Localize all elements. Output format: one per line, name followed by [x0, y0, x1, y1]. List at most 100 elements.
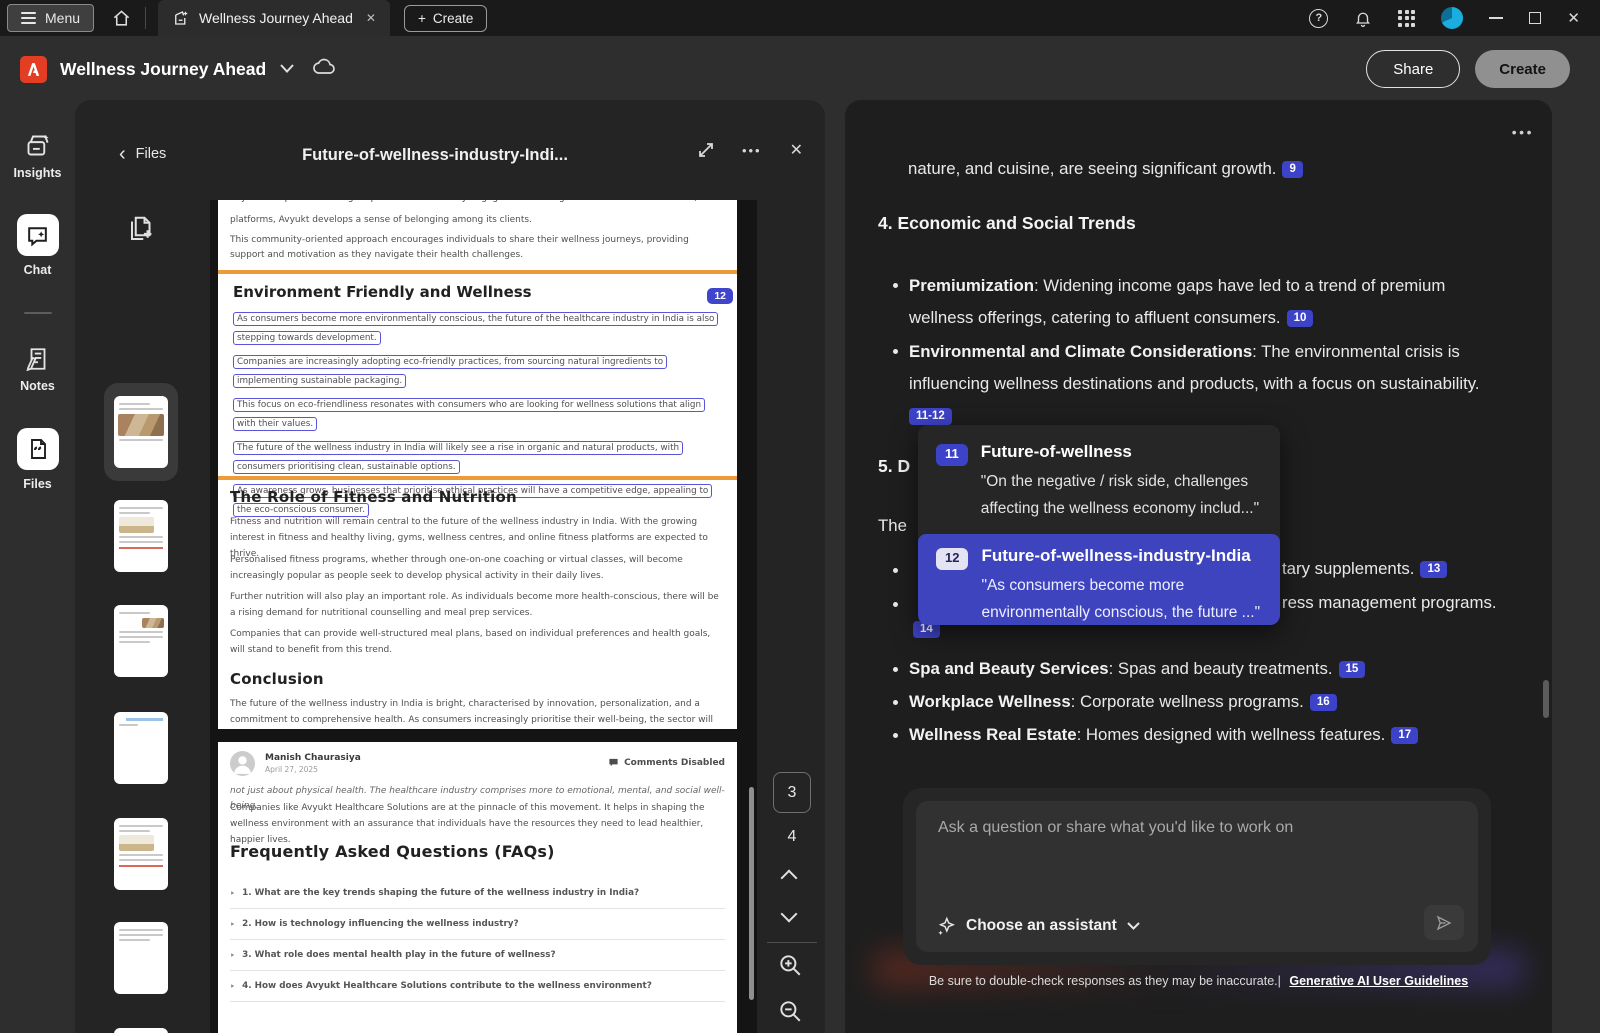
- tab-title: Wellness Journey Ahead: [199, 10, 353, 26]
- citation-badge[interactable]: 13: [1420, 561, 1447, 578]
- bullet-dot: [893, 700, 898, 705]
- notifications-bell-icon[interactable]: [1354, 9, 1372, 28]
- rail-item-chat[interactable]: Chat: [0, 214, 75, 277]
- assistant-section-heading: 4. Economic and Social Trends: [878, 213, 1136, 234]
- assistant-bullet-fragment: ress management programs.: [1282, 587, 1497, 619]
- assistant-footer: Be sure to double-check responses as the…: [845, 974, 1552, 988]
- comments-icon: [608, 757, 619, 768]
- send-button[interactable]: [1424, 905, 1464, 940]
- faq-item[interactable]: ‣4. How does Avyukt Healthcare Solutions…: [230, 971, 725, 1002]
- page-thumbnail[interactable]: [114, 922, 168, 994]
- zoom-out-icon[interactable]: [777, 998, 803, 1029]
- assistant-text-line: nature, and cuisine, are seeing signific…: [908, 153, 1508, 185]
- rail-divider: [24, 312, 52, 314]
- viewer-more-options-icon[interactable]: •••: [742, 143, 762, 158]
- assistant-bullet-fragment: tary supplements.13: [1282, 553, 1447, 585]
- menu-button[interactable]: Menu: [7, 4, 94, 32]
- page-thumbnail[interactable]: [114, 605, 168, 677]
- create-button[interactable]: Create: [1475, 50, 1570, 88]
- citation-badge[interactable]: 9: [1282, 161, 1302, 178]
- citation-tooltip: 11 Future-of-wellness "On the negative /…: [918, 425, 1280, 625]
- help-icon[interactable]: ?: [1309, 9, 1328, 28]
- ai-assistant-panel: ••• nature, and cuisine, are seeing sign…: [845, 100, 1552, 1033]
- zoom-in-icon[interactable]: [777, 952, 803, 983]
- home-button[interactable]: [112, 9, 131, 28]
- document-canvas: Avyukt also places a strong emphasis on …: [210, 200, 757, 1033]
- highlight-heading: Environment Friendly and Wellness: [233, 283, 722, 301]
- next-page-icon[interactable]: [781, 906, 798, 923]
- chat-icon: [25, 223, 50, 248]
- caret-icon: ‣: [230, 982, 235, 991]
- apps-grid-icon[interactable]: [1398, 10, 1415, 27]
- assistant-bullet: Spa and Beauty Services: Spas and beauty…: [909, 653, 1529, 685]
- page-thumbnail[interactable]: [114, 818, 168, 890]
- bullet-dot: [893, 733, 898, 738]
- doc-paragraph: The future of the wellness industry in I…: [230, 696, 725, 729]
- send-icon: [1434, 914, 1454, 932]
- files-icon: [26, 437, 50, 461]
- create-tab-button[interactable]: + Create: [404, 5, 487, 32]
- document-tab[interactable]: Wellness Journey Ahead ✕: [158, 0, 390, 36]
- window-maximize-button[interactable]: [1529, 12, 1541, 24]
- partial-text: The: [878, 510, 907, 542]
- partial-section-heading: 5. D: [878, 456, 910, 477]
- window-minimize-button[interactable]: [1489, 17, 1503, 19]
- add-page-icon[interactable]: [127, 214, 157, 249]
- insights-label: Insights: [14, 166, 62, 180]
- doc-paragraph: Personalised fitness programs, whether t…: [230, 552, 725, 584]
- back-label: Files: [136, 146, 167, 162]
- expand-icon[interactable]: [698, 142, 714, 158]
- rail-item-files[interactable]: Files: [0, 428, 75, 491]
- faq-item[interactable]: ‣1. What are the key trends shaping the …: [230, 878, 725, 909]
- author-name: Manish Chaurasiya: [265, 753, 361, 763]
- page-thumbnail[interactable]: [114, 500, 168, 572]
- bullet-dot: [893, 602, 898, 607]
- citation-badge[interactable]: 10: [1287, 310, 1314, 327]
- assistant-more-options-icon[interactable]: •••: [1512, 124, 1534, 140]
- faq-item[interactable]: ‣2. How is technology influencing the we…: [230, 909, 725, 940]
- page-thumbnail[interactable]: [114, 712, 168, 784]
- citation-badge: 12: [936, 548, 968, 570]
- bullet-dot: [893, 568, 898, 573]
- title-chevron-down-icon[interactable]: [280, 60, 294, 78]
- share-button[interactable]: Share: [1366, 50, 1460, 88]
- left-rail: Insights Chat Notes Files: [0, 102, 75, 1033]
- citation-source-item-highlighted[interactable]: 12 Future-of-wellness-industry-India "As…: [918, 534, 1280, 625]
- plus-icon: +: [418, 11, 426, 26]
- avatar[interactable]: [1441, 7, 1463, 29]
- assistant-bullet: Workplace Wellness: Corporate wellness p…: [909, 686, 1529, 718]
- document-scrollbar[interactable]: [749, 787, 754, 1000]
- citation-badge[interactable]: 16: [1310, 694, 1337, 711]
- citation-source-item[interactable]: 11 Future-of-wellness "On the negative /…: [918, 425, 1280, 522]
- highlighted-section[interactable]: Environment Friendly and Wellness 12 As …: [218, 270, 737, 480]
- page-thumbnail-selected[interactable]: [104, 383, 178, 481]
- citation-badge[interactable]: 17: [1391, 727, 1418, 744]
- author-date: April 27, 2025: [265, 765, 318, 774]
- citation-badge[interactable]: 11-12: [909, 408, 952, 425]
- tab-close-icon[interactable]: ✕: [366, 11, 376, 25]
- current-page-indicator[interactable]: 3: [773, 772, 811, 813]
- rail-item-insights[interactable]: Insights: [0, 132, 75, 180]
- window-close-button[interactable]: ✕: [1567, 9, 1580, 27]
- assistant-bullet: Wellness Real Estate: Homes designed wit…: [909, 719, 1529, 751]
- menu-label: Menu: [45, 10, 80, 26]
- assistant-sparkle-icon: [936, 916, 956, 936]
- next-page-number[interactable]: 4: [773, 828, 811, 846]
- faq-heading: Frequently Asked Questions (FAQs): [230, 842, 555, 861]
- chat-input[interactable]: [938, 819, 1418, 879]
- files-label: Files: [23, 477, 52, 491]
- previous-page-icon[interactable]: [781, 870, 798, 887]
- choose-assistant-dropdown[interactable]: Choose an assistant: [936, 916, 1140, 936]
- assistant-scrollbar[interactable]: [1543, 680, 1549, 718]
- guidelines-link[interactable]: Generative AI User Guidelines: [1289, 974, 1468, 988]
- faq-item[interactable]: ‣3. What role does mental health play in…: [230, 940, 725, 971]
- highlighted-sentence: This focus on eco-friendliness resonates…: [233, 396, 722, 434]
- highlighted-sentence: The future of the wellness industry in I…: [233, 439, 722, 477]
- rail-item-notes[interactable]: Notes: [0, 346, 75, 393]
- citation-badge[interactable]: 15: [1339, 661, 1366, 678]
- bullet-dot: [893, 283, 898, 288]
- create-tab-label: Create: [433, 11, 474, 26]
- page-thumbnail[interactable]: [114, 1028, 168, 1033]
- controls-divider: [767, 942, 817, 943]
- back-to-files-button[interactable]: ‹ Files: [119, 146, 166, 162]
